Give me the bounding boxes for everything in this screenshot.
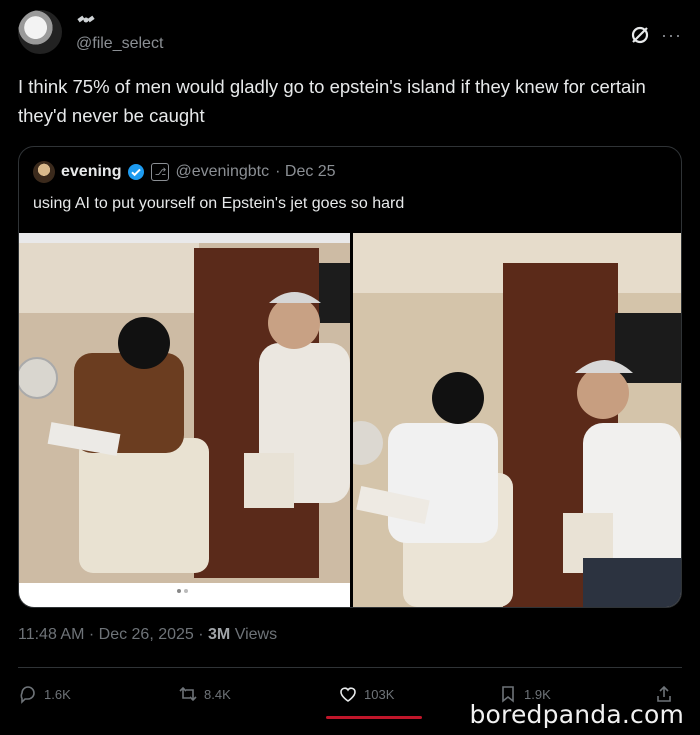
like-highlight-underline — [326, 716, 422, 719]
more-icon[interactable]: ··· — [661, 26, 682, 44]
quoted-image-right[interactable] — [353, 233, 681, 607]
quoted-post[interactable]: evening ⎇ @eveningbtc · Dec 25 using AI … — [18, 146, 682, 608]
divider — [18, 667, 682, 668]
timestamp[interactable]: 11:48 AM · Dec 26, 2025 · — [18, 626, 208, 643]
reply-count: 1.6K — [44, 686, 71, 702]
author-avatar[interactable] — [18, 10, 62, 54]
author-handle[interactable]: @file_select — [76, 35, 163, 53]
reply-icon — [20, 686, 35, 704]
jet-cabin-photo-right — [353, 233, 681, 607]
quoted-avatar — [33, 161, 55, 183]
like-count: 103K — [364, 686, 395, 702]
heart-icon — [340, 687, 356, 702]
views-count: 3M — [208, 626, 231, 643]
like-button[interactable]: 103K — [338, 684, 394, 704]
jet-cabin-photo-left — [19, 233, 350, 607]
repost-count: 8.4K — [204, 686, 231, 702]
quoted-name[interactable]: evening — [61, 163, 121, 181]
verified-badge-icon — [128, 164, 145, 180]
post-text: I think 75% of men would gladly go to ep… — [18, 76, 646, 126]
grok-icon[interactable] — [629, 24, 651, 46]
quoted-header: evening ⎇ @eveningbtc · Dec 25 — [33, 161, 336, 183]
quoted-text: using AI to put yourself on Epstein's je… — [33, 195, 405, 212]
affiliate-badge-icon: ⎇ — [151, 163, 170, 181]
repost-button[interactable]: 8.4K — [178, 684, 231, 704]
quoted-handle[interactable]: @eveningbtc — [175, 163, 269, 181]
reply-button[interactable]: 1.6K — [18, 684, 71, 704]
satellite-icon — [77, 15, 95, 23]
post-header: @file_select ··· — [18, 10, 682, 60]
quoted-date: · Dec 25 — [275, 163, 336, 180]
quoted-image-left[interactable] — [19, 233, 350, 607]
repost-icon — [179, 686, 197, 702]
boredpanda-watermark: boredpanda.com — [469, 700, 684, 729]
timestamp-views: 11:48 AM · Dec 26, 2025 · 3M Views — [18, 626, 277, 644]
views-label: Views — [230, 626, 278, 643]
